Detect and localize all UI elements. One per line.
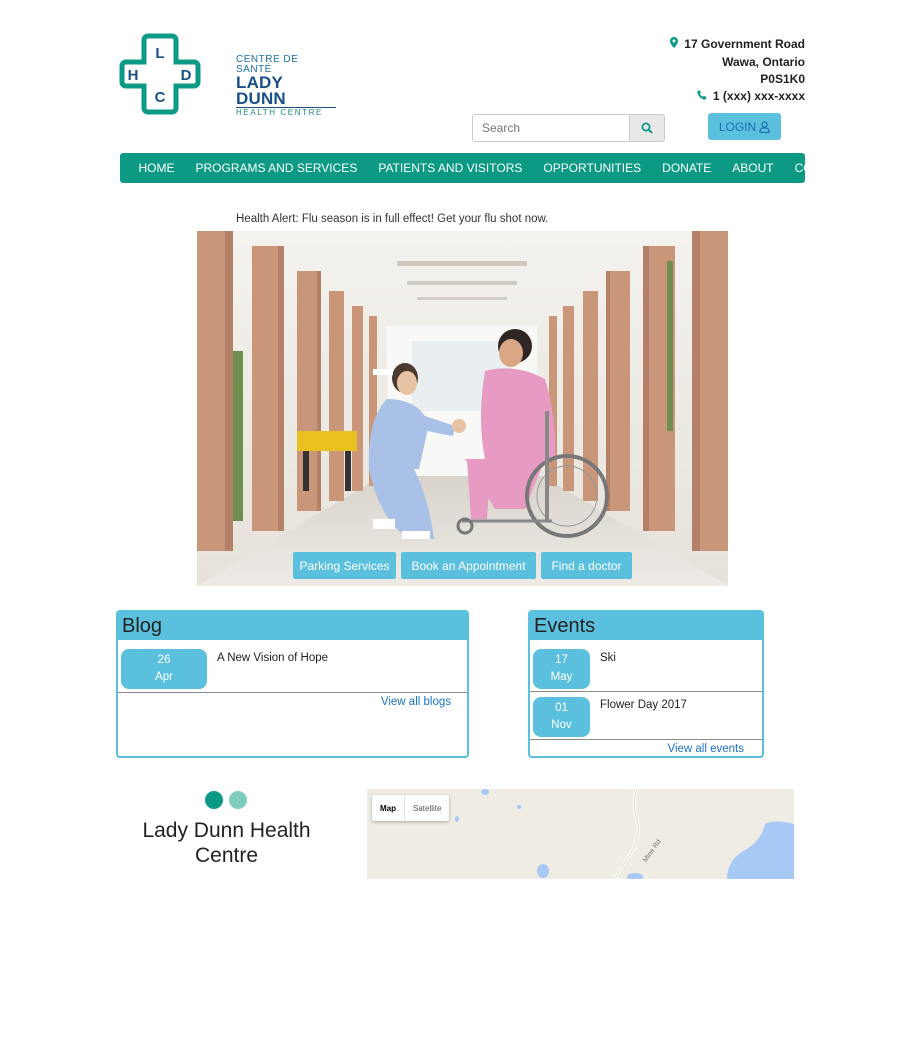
logo-letter-h: H bbox=[128, 67, 139, 84]
nav-item-opportunities[interactable]: OPPORTUNITIES bbox=[533, 153, 652, 183]
health-alert: Health Alert: Flu season is in full effe… bbox=[236, 213, 549, 225]
view-all-blogs-link[interactable]: View all blogs bbox=[381, 696, 451, 708]
parking-services-button[interactable]: Parking Services bbox=[293, 552, 396, 579]
map-type-toggle: Map Satellite bbox=[372, 795, 450, 821]
nav-item-programs-and-services[interactable]: PROGRAMS AND SERVICES bbox=[185, 153, 368, 183]
logo-name-sub: HEALTH CENTRE bbox=[236, 107, 336, 118]
book-appointment-button[interactable]: Book an Appointment bbox=[401, 552, 536, 579]
logo-name-en: LADY DUNN bbox=[236, 73, 286, 108]
nav-item-donate[interactable]: DONATE bbox=[652, 153, 722, 183]
map-tab-map[interactable]: Map bbox=[372, 795, 404, 821]
event-day: 17 bbox=[555, 654, 568, 666]
nav-item-contact[interactable]: CONTACT bbox=[784, 153, 862, 183]
carousel-dot[interactable] bbox=[229, 791, 247, 809]
phone-icon bbox=[697, 90, 710, 103]
main-nav: HOME PROGRAMS AND SERVICES PATIENTS AND … bbox=[120, 153, 852, 183]
carousel-dot-active[interactable] bbox=[205, 791, 223, 809]
logo-letter-l: L bbox=[155, 45, 164, 62]
blog-post-title[interactable]: A New Vision of Hope bbox=[217, 652, 328, 664]
logo-name-fr: CENTRE DE SANTÉ bbox=[236, 54, 299, 75]
login-button[interactable]: LOGIN bbox=[708, 113, 781, 140]
event-day: 01 bbox=[555, 702, 568, 714]
user-icon bbox=[759, 120, 770, 133]
blog-post-date: 26 Apr bbox=[121, 649, 207, 689]
event-date: 01 Nov bbox=[533, 697, 590, 737]
footer-title: Lady Dunn Health Centre bbox=[142, 819, 311, 867]
search-input[interactable] bbox=[473, 115, 629, 141]
search-button[interactable] bbox=[629, 115, 664, 141]
address-block: 17 Government Road Wawa, Ontario P0S1K0 … bbox=[670, 36, 805, 106]
nav-item-patients-and-visitors[interactable]: PATIENTS AND VISITORS bbox=[368, 153, 533, 183]
hero-image bbox=[197, 231, 728, 586]
events-panel: Events 17 May Ski 01 Nov Flower Day 2017… bbox=[528, 610, 764, 758]
logo-letter-d: D bbox=[181, 67, 192, 84]
map-marker-icon bbox=[670, 37, 681, 51]
event-item[interactable]: 01 Nov Flower Day 2017 bbox=[530, 692, 762, 740]
hero-quick-links: Parking Services Book an Appointment Fin… bbox=[293, 552, 632, 579]
address-line-3: P0S1K0 bbox=[760, 72, 805, 86]
blog-post-day: 26 bbox=[157, 654, 171, 666]
blog-heading: Blog bbox=[118, 612, 467, 640]
phone-number[interactable]: 1 (xxx) xxx-xxxx bbox=[713, 89, 805, 103]
address-line-1: 17 Government Road bbox=[684, 37, 805, 51]
logo-letter-c: C bbox=[155, 89, 166, 106]
events-heading: Events bbox=[530, 612, 762, 640]
logo-cross[interactable]: L H D C bbox=[118, 32, 202, 116]
blog-panel: Blog 26 Apr A New Vision of Hope View al… bbox=[116, 610, 469, 758]
map-tab-satellite[interactable]: Satellite bbox=[404, 795, 449, 821]
address-line-2: Wawa, Ontario bbox=[722, 55, 805, 69]
event-month: Nov bbox=[551, 719, 572, 731]
nav-item-home[interactable]: HOME bbox=[128, 153, 185, 183]
blog-post-month: Apr bbox=[155, 671, 173, 683]
logo-wordmark[interactable]: CENTRE DE SANTÉ LADY DUNN HEALTH CENTRE bbox=[236, 55, 336, 118]
event-title[interactable]: Ski bbox=[600, 652, 616, 664]
nav-item-about[interactable]: ABOUT bbox=[722, 153, 784, 183]
blog-post[interactable]: 26 Apr A New Vision of Hope bbox=[118, 640, 467, 693]
search-box bbox=[472, 114, 665, 142]
search-icon bbox=[641, 122, 653, 134]
event-item[interactable]: 17 May Ski bbox=[530, 640, 762, 692]
location-map[interactable]: Mine Rd Map Satellite bbox=[367, 789, 794, 879]
find-doctor-button[interactable]: Find a doctor bbox=[541, 552, 632, 579]
login-label: LOGIN bbox=[718, 119, 757, 134]
event-title[interactable]: Flower Day 2017 bbox=[600, 699, 687, 711]
event-month: May bbox=[550, 671, 573, 683]
event-date: 17 May bbox=[533, 649, 590, 689]
view-all-events-link[interactable]: View all events bbox=[668, 743, 745, 755]
